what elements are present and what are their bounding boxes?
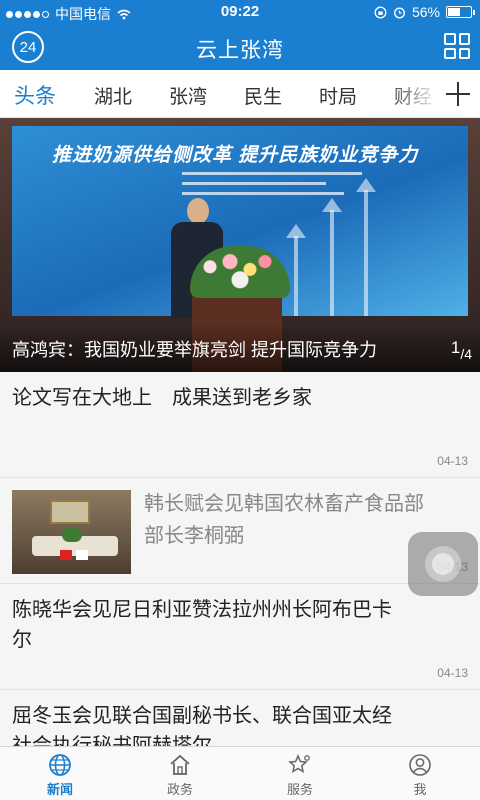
news-thumbnail	[12, 490, 131, 574]
news-title-line2: 尔	[12, 629, 32, 651]
rotation-lock-icon	[374, 6, 387, 18]
arrow-graphic	[356, 178, 376, 316]
status-right: 56%	[374, 4, 475, 20]
news-item[interactable]: 论文写在大地上 成果送到老乡家 04-13	[0, 372, 480, 478]
tab-zhangwan[interactable]: 张湾	[169, 82, 207, 109]
hero-caption-bar: 高鸿宾：我国奶业要举旗亮剑 提升国际竞争力 1/4	[0, 324, 480, 372]
assistive-touch-button[interactable]	[408, 532, 478, 596]
globe-icon	[49, 754, 71, 776]
tabbar-services[interactable]: 服务	[260, 753, 340, 798]
hero-caption: 高鸿宾：我国奶业要举旗亮剑 提升国际竞争力	[12, 340, 377, 360]
arrow-graphic	[286, 224, 306, 316]
news-title-line1: 屈冬玉会见联合国副秘书长、联合国亚太经	[12, 705, 392, 727]
news-title-line1: 陈晓华会见尼日利亚赞法拉州州长阿布巴卡	[12, 599, 392, 621]
news-title-line2: 部长李桐弼	[144, 525, 244, 547]
news-item[interactable]: 陈晓华会见尼日利亚赞法拉州州长阿布巴卡 尔 04-13	[0, 584, 480, 690]
tabs-fade	[388, 70, 438, 117]
channel-tabs: 头条 湖北 张湾 民生 时局 财经	[0, 70, 480, 118]
tab-hubei[interactable]: 湖北	[94, 82, 132, 109]
tabbar-label: 新闻	[46, 782, 73, 797]
arrow-graphic	[322, 198, 342, 316]
status-bar: 中国电信 09:22 56%	[0, 0, 480, 24]
news-title: 论文写在大地上 成果送到老乡家	[12, 387, 312, 409]
tabbar-news[interactable]: 新闻	[20, 753, 100, 798]
tabbar-label: 服务	[286, 782, 313, 797]
grid-menu-icon[interactable]	[444, 33, 470, 59]
alarm-icon	[393, 6, 405, 19]
tab-headlines[interactable]: 头条	[14, 80, 56, 110]
battery-icon	[446, 6, 475, 18]
app-title: 云上张湾	[196, 39, 284, 62]
tabbar-me[interactable]: 我	[380, 753, 460, 798]
star-icon	[288, 754, 310, 774]
person-icon	[409, 754, 431, 776]
hero-banner-text: 推进奶源供给侧改革 提升民族奶业竞争力	[52, 145, 419, 166]
tabbar-label: 政务	[166, 782, 193, 797]
add-channel-icon[interactable]	[446, 82, 470, 106]
battery-percent: 56%	[411, 4, 440, 20]
news-date: 04-13	[437, 454, 468, 468]
tabbar-label: 我	[413, 782, 427, 797]
app-bar: 24 云上张湾	[0, 24, 480, 70]
house-icon	[170, 754, 190, 775]
news-date: 04-13	[437, 666, 468, 680]
tab-current-affairs[interactable]: 时局	[319, 82, 357, 109]
news-item[interactable]: 屈冬玉会见联合国副秘书长、联合国亚太经 社会执行秘书阿赫塔尔	[0, 690, 480, 757]
news-title-line1: 韩长赋会见韩国农林畜产食品部	[144, 493, 424, 515]
tabbar-government[interactable]: 政务	[140, 753, 220, 798]
hero-carousel[interactable]: 推进奶源供给侧改革 提升民族奶业竞争力 高鸿宾：我国奶业要举旗亮剑 提升国际竞争…	[0, 118, 480, 372]
tab-livelihood[interactable]: 民生	[244, 82, 282, 109]
bottom-tab-bar: 新闻 政务 服务 我	[0, 746, 480, 800]
hero-pager: 1/4	[450, 338, 472, 362]
